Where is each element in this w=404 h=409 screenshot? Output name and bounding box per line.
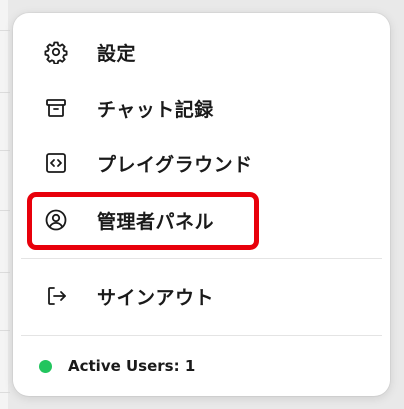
user-menu: 設定 チャット記録 プレイグラウンド 管理者パネル サインアウト Active … xyxy=(13,13,390,396)
menu-item-label: サインアウト xyxy=(97,286,215,309)
menu-item-playground[interactable]: プレイグラウンド xyxy=(23,139,380,187)
active-users-count: 1 xyxy=(184,357,196,375)
backdrop-divider xyxy=(0,92,10,93)
menu-item-label: 管理者パネル xyxy=(97,210,215,233)
gear-icon xyxy=(43,39,69,65)
backdrop-divider xyxy=(0,210,10,211)
sign-out-icon xyxy=(43,283,69,309)
backdrop-divider xyxy=(0,272,10,273)
menu-divider xyxy=(21,258,382,259)
menu-item-label: チャット記録 xyxy=(97,98,214,121)
status-dot xyxy=(39,359,52,373)
backdrop-divider xyxy=(0,30,10,31)
user-circle-icon xyxy=(43,207,69,233)
active-users-label: Active Users: xyxy=(68,357,180,375)
active-users-text: Active Users: 1 xyxy=(68,357,195,375)
code-icon xyxy=(43,150,69,176)
menu-item-sign-out[interactable]: サインアウト xyxy=(23,272,380,320)
backdrop-divider xyxy=(0,392,10,393)
menu-item-admin-panel[interactable]: 管理者パネル xyxy=(23,196,380,244)
archive-icon xyxy=(43,95,69,121)
backdrop-divider xyxy=(0,330,10,331)
menu-item-label: 設定 xyxy=(97,42,137,65)
backdrop-divider xyxy=(0,150,10,151)
menu-item-label: プレイグラウンド xyxy=(97,153,253,176)
active-users-status: Active Users: 1 xyxy=(13,348,390,384)
menu-item-chat-history[interactable]: チャット記録 xyxy=(23,84,380,132)
menu-item-settings[interactable]: 設定 xyxy=(23,28,380,76)
menu-divider xyxy=(21,335,382,336)
